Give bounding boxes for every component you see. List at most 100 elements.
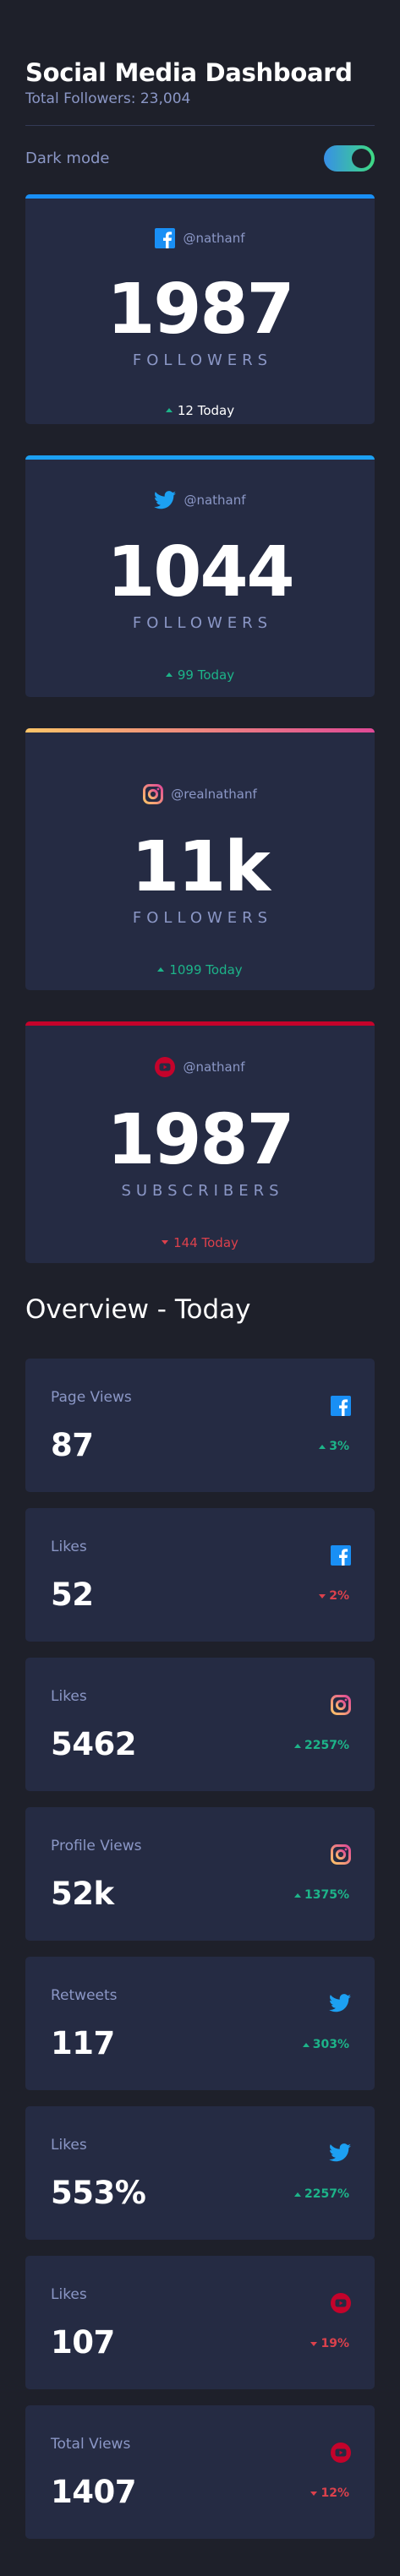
arrow-down-icon xyxy=(162,1240,169,1244)
instagram-icon xyxy=(143,784,164,804)
follower-count: 1044 xyxy=(107,532,294,613)
daily-delta: 12 Today xyxy=(165,402,235,418)
daily-delta: 99 Today xyxy=(165,667,235,683)
arrow-up-icon xyxy=(319,1444,326,1449)
metric-label: SUBSCRIBERS xyxy=(121,1182,284,1200)
overview-label: Profile Views xyxy=(51,1838,142,1854)
overview-value: 87 xyxy=(51,1427,94,1463)
daily-delta: 144 Today xyxy=(162,1235,238,1250)
overview-change: 303% xyxy=(302,2038,349,2051)
overview-card-page-views[interactable]: Page Views 87 3% xyxy=(25,1359,375,1492)
change-text: 3% xyxy=(329,1440,349,1453)
facebook-icon xyxy=(331,1545,351,1566)
overview-title: Overview - Today xyxy=(25,1294,251,1325)
overview-label: Likes xyxy=(51,1539,87,1555)
overview-change: 3% xyxy=(319,1440,349,1453)
change-text: 2% xyxy=(329,1589,349,1603)
change-text: 12% xyxy=(321,2486,349,2500)
overview-value: 553% xyxy=(51,2175,146,2211)
delta-text: 12 Today xyxy=(177,402,235,418)
overview-card-instagram-likes[interactable]: Likes 5462 2257% xyxy=(25,1658,375,1791)
daily-delta: 1099 Today xyxy=(157,961,243,978)
handle[interactable]: @realnathanf xyxy=(171,787,257,802)
overview-label: Page Views xyxy=(51,1389,132,1406)
overview-change: 2257% xyxy=(294,2187,349,2201)
change-text: 19% xyxy=(321,2337,349,2350)
instagram-accent-bar xyxy=(25,728,375,732)
toggle-knob xyxy=(352,148,371,168)
twitter-icon xyxy=(154,491,177,509)
change-text: 303% xyxy=(312,2038,349,2051)
handle[interactable]: @nathanf xyxy=(183,1059,244,1075)
overview-card-facebook-likes[interactable]: Likes 52 2% xyxy=(25,1508,375,1642)
youtube-accent-bar xyxy=(25,1021,375,1026)
overview-value: 52k xyxy=(51,1876,114,1912)
handle-row: @nathanf xyxy=(25,1057,375,1077)
arrow-down-icon xyxy=(310,2341,318,2346)
twitter-icon xyxy=(329,1994,351,2012)
change-text: 2257% xyxy=(304,1739,349,1752)
handle-row: @nathanf xyxy=(25,228,375,248)
youtube-icon xyxy=(331,2293,351,2313)
handle-row: @realnathanf xyxy=(25,784,375,804)
overview-change: 12% xyxy=(310,2486,349,2500)
subscriber-count: 1987 xyxy=(107,1100,294,1180)
overview-value: 117 xyxy=(51,2025,115,2061)
overview-label: Likes xyxy=(51,2137,87,2154)
overview-cards: Page Views 87 3% Likes 52 2% Likes 5462 … xyxy=(25,1359,375,2539)
overview-value: 5462 xyxy=(51,1726,136,1762)
overview-change: 19% xyxy=(310,2337,349,2350)
arrow-up-icon xyxy=(294,2192,301,2197)
overview-value: 52 xyxy=(51,1577,94,1613)
follower-card-facebook[interactable]: @nathanf 1987 FOLLOWERS 12 Today xyxy=(25,194,375,424)
overview-change: 2257% xyxy=(294,1739,349,1752)
overview-change: 1375% xyxy=(294,1888,349,1902)
page-title: Social Media Dashboard xyxy=(25,58,353,87)
overview-card-twitter-likes[interactable]: Likes 553% 2257% xyxy=(25,2106,375,2240)
overview-label: Likes xyxy=(51,1688,87,1705)
youtube-icon xyxy=(331,2443,351,2463)
metric-label: FOLLOWERS xyxy=(132,351,273,369)
arrow-up-icon xyxy=(302,2042,310,2047)
follower-cards: @nathanf 1987 FOLLOWERS 12 Today @nathan… xyxy=(25,194,375,1263)
youtube-icon xyxy=(155,1057,176,1077)
overview-value: 107 xyxy=(51,2324,115,2361)
arrow-down-icon xyxy=(319,1593,326,1598)
twitter-icon xyxy=(329,2143,351,2162)
follower-card-twitter[interactable]: @nathanf 1044 FOLLOWERS 99 Today xyxy=(25,455,375,697)
metric-label: FOLLOWERS xyxy=(132,614,273,632)
dark-mode-label: Dark mode xyxy=(25,149,110,167)
follower-count: 1987 xyxy=(107,270,294,350)
total-followers: Total Followers: 23,004 xyxy=(25,90,191,107)
change-text: 1375% xyxy=(304,1888,349,1902)
change-text: 2257% xyxy=(304,2187,349,2201)
delta-text: 144 Today xyxy=(173,1234,238,1250)
twitter-accent-bar xyxy=(25,455,375,460)
overview-card-total-views[interactable]: Total Views 1407 12% xyxy=(25,2405,375,2539)
follower-card-instagram[interactable]: @realnathanf 11k FOLLOWERS 1099 Today xyxy=(25,728,375,990)
arrow-up-icon xyxy=(157,967,165,972)
overview-change: 2% xyxy=(319,1589,349,1603)
arrow-down-icon xyxy=(310,2491,318,2496)
follower-card-youtube[interactable]: @nathanf 1987 SUBSCRIBERS 144 Today xyxy=(25,1021,375,1263)
overview-card-profile-views[interactable]: Profile Views 52k 1375% xyxy=(25,1807,375,1941)
overview-card-youtube-likes[interactable]: Likes 107 19% xyxy=(25,2256,375,2389)
follower-count: 11k xyxy=(131,827,271,907)
arrow-up-icon xyxy=(165,673,173,677)
handle[interactable]: @nathanf xyxy=(183,231,244,246)
handle[interactable]: @nathanf xyxy=(184,493,245,508)
dashboard: Social Media Dashboard Total Followers: … xyxy=(0,0,400,2539)
facebook-accent-bar xyxy=(25,194,375,199)
delta-text: 99 Today xyxy=(177,667,235,683)
overview-card-retweets[interactable]: Retweets 117 303% xyxy=(25,1957,375,2090)
instagram-icon xyxy=(331,1695,351,1715)
arrow-up-icon xyxy=(165,408,173,412)
dark-mode-toggle[interactable] xyxy=(324,144,375,172)
arrow-up-icon xyxy=(294,1893,301,1898)
arrow-up-icon xyxy=(294,1743,301,1748)
overview-label: Total Views xyxy=(51,2436,131,2453)
delta-text: 1099 Today xyxy=(169,961,243,978)
dark-mode-row: Dark mode xyxy=(25,126,375,190)
facebook-icon xyxy=(331,1396,351,1416)
instagram-icon xyxy=(331,1844,351,1865)
